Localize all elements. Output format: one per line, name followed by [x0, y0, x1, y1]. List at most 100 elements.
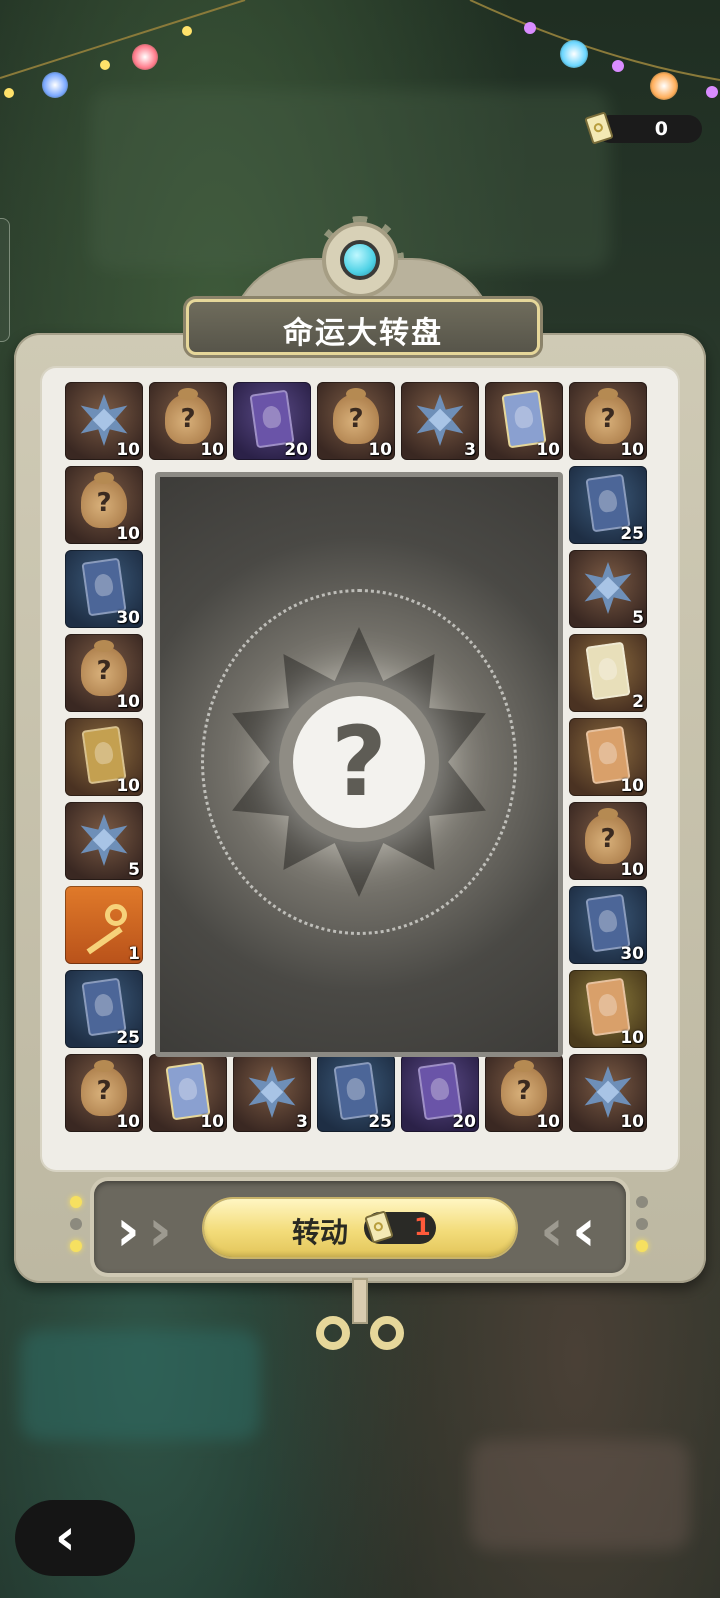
- prize-cell: 10: [149, 1054, 227, 1132]
- mystery-bag-icon: [585, 388, 631, 444]
- prize-cell: 20: [401, 1054, 479, 1132]
- prize-count: 10: [536, 1112, 560, 1132]
- page-title: 命运大转盘: [283, 316, 443, 351]
- prize-cell: 3: [401, 382, 479, 460]
- background-blur: [20, 1330, 260, 1440]
- prize-cell: 10: [569, 802, 647, 880]
- light-bulb: [132, 44, 158, 70]
- prize-cell: 10: [65, 382, 143, 460]
- indicator-light: [636, 1218, 648, 1230]
- mystery-bag-icon: [81, 640, 127, 696]
- indicator-light: [636, 1196, 648, 1208]
- chevron-left-icon: ‹: [572, 1196, 596, 1264]
- prize-count: 30: [116, 608, 140, 628]
- star-emblem-icon: [80, 394, 128, 446]
- prize-cell: 5: [65, 802, 143, 880]
- prize-count: 20: [284, 440, 308, 460]
- star-emblem-icon: [416, 394, 464, 446]
- prize-cell: 20: [233, 382, 311, 460]
- indicator-light: [70, 1240, 82, 1252]
- prize-count: 10: [620, 860, 644, 880]
- prize-cell: 10: [65, 718, 143, 796]
- prize-cell: 10: [65, 1054, 143, 1132]
- background-blur: [470, 1440, 690, 1550]
- mystery-bag-icon: [501, 1060, 547, 1116]
- gem-icon: [340, 240, 380, 280]
- star-emblem-icon: [584, 1066, 632, 1118]
- indicator-light: [70, 1196, 82, 1208]
- prize-count: 25: [368, 1112, 392, 1132]
- prize-cell: 10: [65, 466, 143, 544]
- top-gear-ornament: [316, 216, 404, 304]
- spin-cost: 1: [364, 1210, 436, 1244]
- mystery-bag-icon: [81, 1060, 127, 1116]
- light-bulb: [560, 40, 588, 68]
- prize-count: 10: [368, 440, 392, 460]
- mystery-bag-icon: [81, 472, 127, 528]
- prize-count: 30: [620, 944, 644, 964]
- light-bulb: [650, 72, 678, 100]
- light-bulb: [524, 22, 536, 34]
- ticket-count: 0: [654, 118, 668, 140]
- center-panel: ?: [155, 472, 563, 1057]
- prize-count: 10: [620, 776, 644, 796]
- prize-cell: 10: [317, 382, 395, 460]
- prize-count: 10: [200, 1112, 224, 1132]
- prize-count: 25: [620, 524, 644, 544]
- card-cream-icon: [585, 641, 631, 701]
- prize-cell: 30: [65, 550, 143, 628]
- indicator-light: [636, 1240, 648, 1252]
- light-bulb: [42, 72, 68, 98]
- chevron-left-icon: ‹: [55, 1508, 76, 1566]
- bottom-key-ornament: [288, 1278, 432, 1354]
- prize-count: 10: [620, 1112, 644, 1132]
- prize-cell: 5: [569, 550, 647, 628]
- prize-count: 10: [116, 692, 140, 712]
- prize-cell: 10: [569, 718, 647, 796]
- star-emblem-icon: [584, 562, 632, 614]
- prize-count: 3: [296, 1112, 308, 1132]
- prize-cell: 25: [65, 970, 143, 1048]
- ornament-stem: [352, 1278, 368, 1324]
- prize-count: 10: [536, 440, 560, 460]
- prize-cell: 10: [569, 382, 647, 460]
- prize-cell: 10: [569, 970, 647, 1048]
- mystery-question-icon: ?: [293, 696, 425, 828]
- prize-cell: 10: [485, 382, 563, 460]
- ticket-counter: 0: [584, 111, 702, 145]
- prize-cell: 1: [65, 886, 143, 964]
- light-bulb: [100, 60, 110, 70]
- indicator-light: [70, 1218, 82, 1230]
- prize-cell: 25: [569, 466, 647, 544]
- prize-count: 1: [128, 944, 140, 964]
- prize-count: 5: [128, 860, 140, 880]
- light-bulb: [612, 60, 624, 72]
- prize-cell: 10: [569, 1054, 647, 1132]
- star-emblem-icon: [80, 814, 128, 866]
- mystery-bag-icon: [333, 388, 379, 444]
- light-bulb: [4, 88, 14, 98]
- spin-cost-value: 1: [414, 1213, 431, 1241]
- prize-cell: 30: [569, 886, 647, 964]
- mystery-bag-icon: [165, 388, 211, 444]
- prize-count: 10: [620, 440, 644, 460]
- spin-button[interactable]: 转动 1: [204, 1199, 516, 1257]
- prize-count: 10: [620, 1028, 644, 1048]
- prize-count: 20: [452, 1112, 476, 1132]
- prize-cell: 25: [317, 1054, 395, 1132]
- ornament-knob: [370, 1316, 404, 1350]
- back-button[interactable]: ‹: [15, 1500, 135, 1576]
- light-bulb: [706, 86, 718, 98]
- prize-count: 2: [632, 692, 644, 712]
- chevron-right-icon: ›: [116, 1196, 140, 1264]
- prize-count: 3: [464, 440, 476, 460]
- chevron-right-icon: ›: [148, 1196, 172, 1264]
- light-bulb: [182, 26, 192, 36]
- prize-count: 10: [116, 1112, 140, 1132]
- prize-count: 10: [200, 440, 224, 460]
- ticket-icon: [364, 1210, 394, 1244]
- star-emblem-icon: [248, 1066, 296, 1118]
- prize-cell: 2: [569, 634, 647, 712]
- side-tab[interactable]: [0, 218, 10, 342]
- spin-label: 转动: [292, 1216, 349, 1249]
